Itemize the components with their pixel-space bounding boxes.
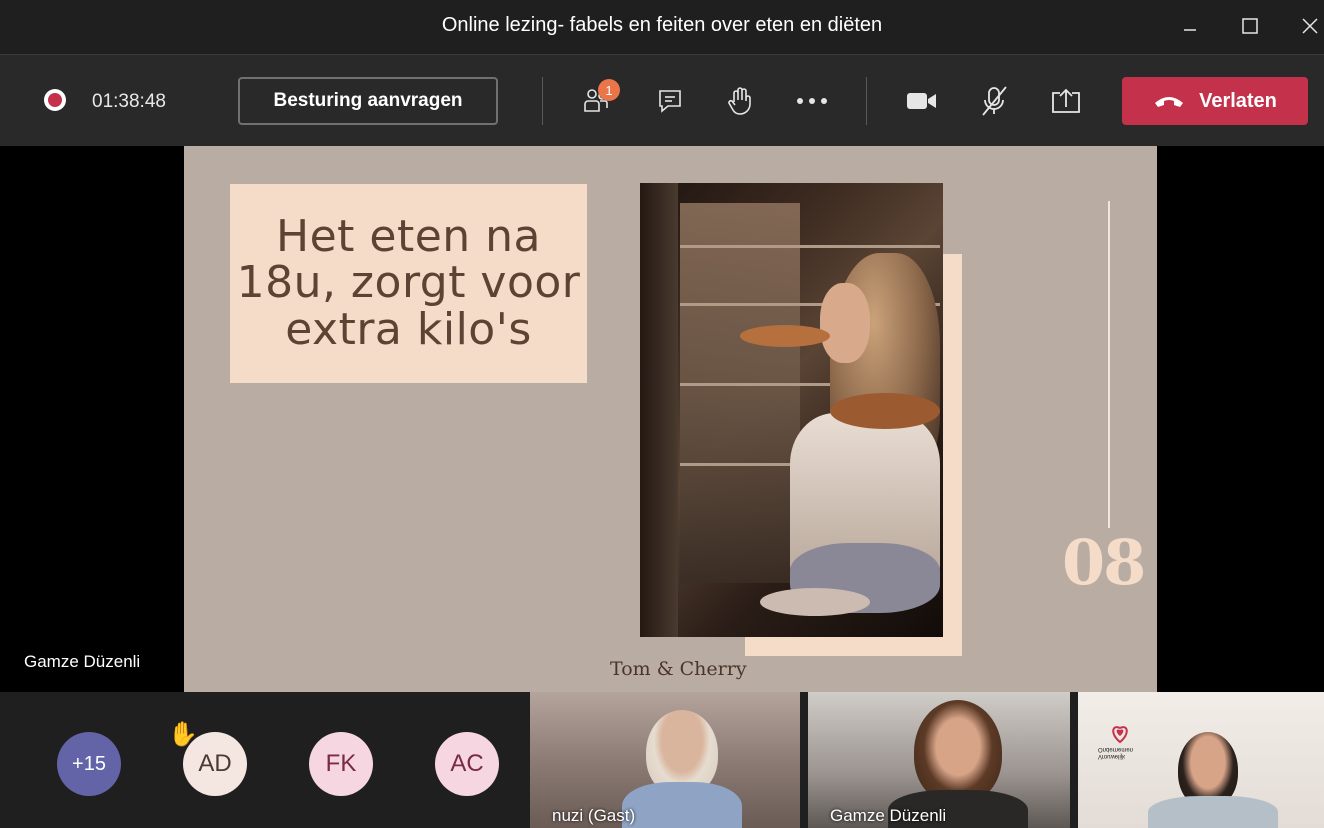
- title-bar: Online lezing- fabels en feiten over ete…: [0, 0, 1324, 54]
- slide-divider-line: [1108, 201, 1110, 528]
- participant-video[interactable]: Vrouwelijk Ondernemen: [1078, 692, 1324, 828]
- overflow-participants-button[interactable]: +15: [57, 732, 121, 796]
- request-control-button[interactable]: Besturing aanvragen: [238, 77, 498, 125]
- toolbar-divider: [866, 77, 867, 125]
- slide-photo: [640, 183, 943, 637]
- participant-strip: +15 AD ✋ FK AC nuzi (Gast) Gamze Düzenli…: [0, 692, 1324, 828]
- record-icon: [44, 89, 66, 111]
- close-icon[interactable]: [1290, 10, 1324, 42]
- presentation-slide: Het eten na 18u, zorgt voor extra kilo's…: [184, 146, 1157, 692]
- maximize-icon[interactable]: [1230, 10, 1270, 42]
- chat-icon[interactable]: [648, 81, 692, 121]
- logo-text: Vrouwelijk Ondernemen: [1098, 746, 1134, 760]
- window-title: Online lezing- fabels en feiten over ete…: [441, 14, 883, 36]
- leave-button[interactable]: Verlaten: [1122, 77, 1308, 125]
- mic-off-icon[interactable]: [972, 81, 1016, 121]
- slide-number: 08: [1062, 526, 1146, 599]
- participant-name: Gamze Düzenli: [830, 806, 947, 825]
- share-icon[interactable]: [1044, 81, 1088, 121]
- raise-hand-icon[interactable]: [718, 81, 762, 121]
- participants-icon[interactable]: 1: [574, 79, 620, 121]
- meeting-timer: 01:38:48: [92, 91, 166, 112]
- participant-video[interactable]: nuzi (Gast): [530, 692, 800, 828]
- avatar[interactable]: AC: [435, 732, 499, 796]
- participant-video[interactable]: Gamze Düzenli: [808, 692, 1070, 828]
- raised-hand-icon: ✋: [168, 721, 198, 748]
- avatar[interactable]: FK: [309, 732, 373, 796]
- meeting-toolbar: 01:38:48 Besturing aanvragen 1 Verlaten: [0, 54, 1324, 147]
- presenter-name: Gamze Düzenli: [24, 652, 141, 671]
- minimize-icon[interactable]: [1170, 10, 1210, 42]
- participant-name: nuzi (Gast): [552, 806, 636, 825]
- brand-logo-icon: [1112, 726, 1128, 744]
- camera-icon[interactable]: [900, 81, 944, 121]
- slide-brand-logo: Tom & Cherry: [610, 658, 747, 680]
- participants-badge: 1: [598, 79, 620, 101]
- slide-title: Het eten na 18u, zorgt voor extra kilo's: [236, 210, 581, 355]
- hangup-icon: [1155, 97, 1184, 107]
- leave-label: Verlaten: [1199, 89, 1277, 112]
- slide-title-box: Het eten na 18u, zorgt voor extra kilo's: [230, 184, 587, 383]
- toolbar-divider: [542, 77, 543, 125]
- more-icon[interactable]: [790, 81, 834, 121]
